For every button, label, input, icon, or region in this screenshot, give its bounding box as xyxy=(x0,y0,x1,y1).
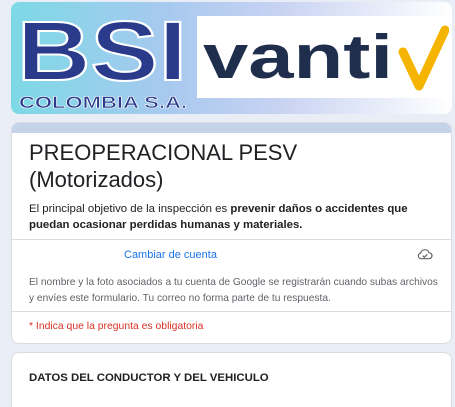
vanti-logo: vanti xyxy=(197,16,450,98)
section-title: DATOS DEL CONDUCTOR Y DEL VEHICULO xyxy=(29,372,269,384)
bsi-logo: BSI COLOMBIA S.A. xyxy=(15,3,193,112)
header-banner: BSI COLOMBIA S.A. vanti xyxy=(11,2,452,114)
account-notice: El nombre y la foto asociados a tu cuent… xyxy=(29,277,438,304)
form-title: PREOPERACIONAL PESV (Motorizados) xyxy=(29,139,429,193)
divider xyxy=(12,239,451,240)
form-title-line1: PREOPERACIONAL PESV xyxy=(29,140,298,165)
cloud-check-icon xyxy=(417,249,433,260)
checkmark-icon xyxy=(398,25,450,91)
vanti-logo-text: vanti xyxy=(203,23,393,92)
form-header-card: PREOPERACIONAL PESV (Motorizados) El pri… xyxy=(11,122,452,344)
form-description: El principal objetivo de la inspección e… xyxy=(29,201,439,233)
divider xyxy=(12,311,451,312)
description-plain: El principal objetivo de la inspección e… xyxy=(29,203,231,215)
bsi-logo-subtitle: COLOMBIA S.A. xyxy=(19,93,187,112)
section-card: DATOS DEL CONDUCTOR Y DEL VEHICULO xyxy=(11,352,452,407)
card-accent-bar xyxy=(12,123,451,133)
form-title-line2: (Motorizados) xyxy=(29,167,164,192)
switch-account-link[interactable]: Cambiar de cuenta xyxy=(124,249,217,261)
required-note: * Indica que la pregunta es obligatoria xyxy=(29,321,204,332)
bsi-logo-text: BSI xyxy=(17,8,187,98)
